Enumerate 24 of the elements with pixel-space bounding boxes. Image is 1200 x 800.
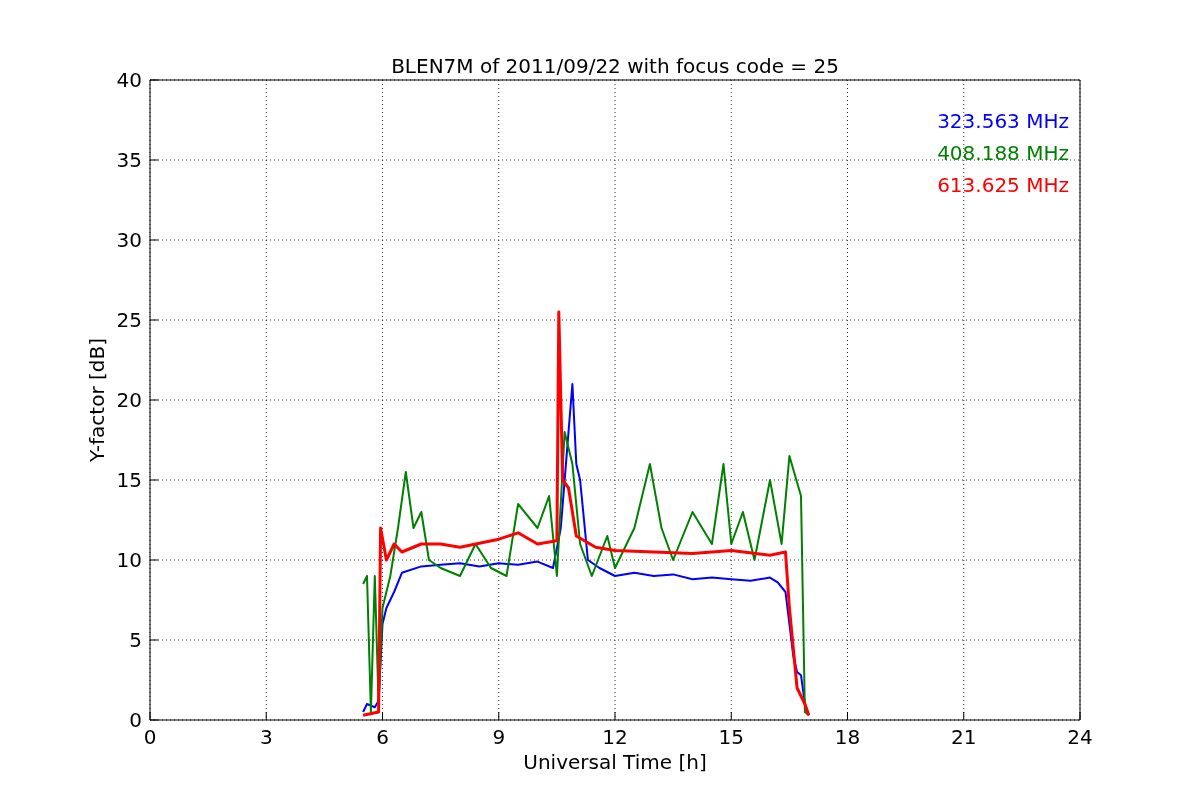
y-tick-label: 20 xyxy=(116,388,142,412)
x-tick-label: 15 xyxy=(718,725,744,749)
x-axis-label: Universal Time [h] xyxy=(523,750,707,774)
y-tick-label: 35 xyxy=(116,148,142,172)
legend-label: 323.563 MHz xyxy=(937,109,1069,133)
legend-label: 613.625 MHz xyxy=(937,173,1069,197)
y-tick-label: 25 xyxy=(116,308,142,332)
chart-title: BLEN7M of 2011/09/22 with focus code = 25 xyxy=(391,54,839,78)
legend-label: 408.188 MHz xyxy=(937,141,1069,165)
y-tick-label: 40 xyxy=(116,68,142,92)
x-tick-label: 21 xyxy=(951,725,977,749)
x-tick-label: 24 xyxy=(1067,725,1093,749)
y-axis-label: Y-factor [dB] xyxy=(85,338,109,462)
y-tick-label: 10 xyxy=(116,548,142,572)
x-tick-label: 6 xyxy=(376,725,389,749)
y-tick-label: 30 xyxy=(116,228,142,252)
y-tick-label: 5 xyxy=(129,628,142,652)
x-tick-label: 3 xyxy=(259,725,273,749)
x-tick-label: 9 xyxy=(492,725,506,749)
x-tick-label: 0 xyxy=(143,725,157,749)
y-tick-label: 15 xyxy=(116,468,142,492)
x-tick-label: 12 xyxy=(602,725,628,749)
y-tick-label: 0 xyxy=(129,708,142,732)
x-tick-label: 18 xyxy=(834,725,861,749)
